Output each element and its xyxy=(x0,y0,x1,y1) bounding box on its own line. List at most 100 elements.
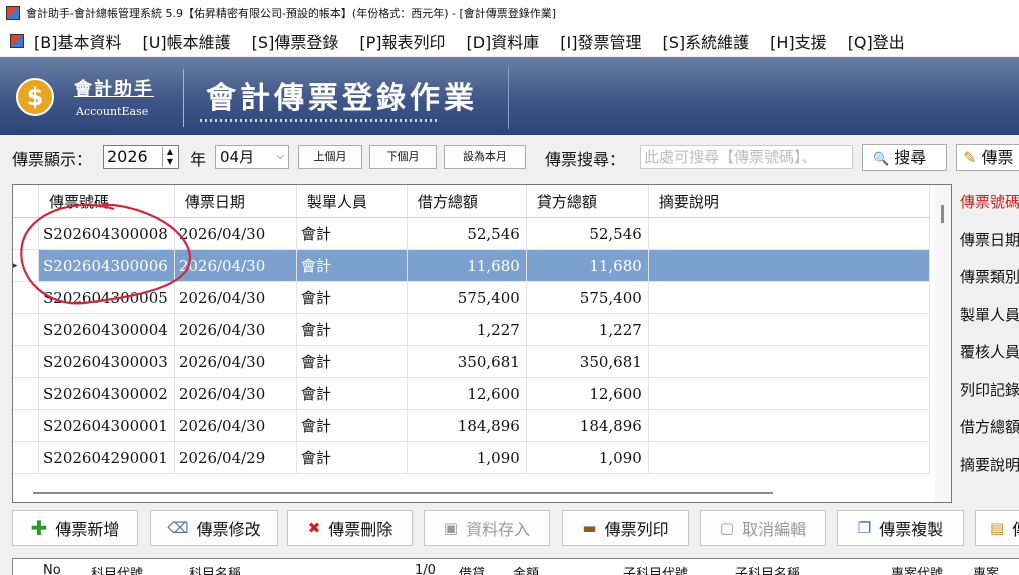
row-selector[interactable] xyxy=(13,409,39,442)
menu-basic-data[interactable]: [B]基本資料 xyxy=(34,29,121,53)
row-selector[interactable] xyxy=(13,441,39,474)
edit-voucher-button[interactable]: ✎ 傳票 xyxy=(956,144,1019,171)
menu-system[interactable]: [S]系統維護 xyxy=(663,29,750,53)
cell-debit[interactable]: 11,680 xyxy=(407,249,527,282)
col-credit-total[interactable]: 貸方總額 xyxy=(526,185,649,218)
month-value: 04月 xyxy=(220,148,255,166)
table-row[interactable]: S202604290001 2026/04/29 會計 1,090 1,090 xyxy=(13,441,930,474)
banner-divider-right xyxy=(508,67,509,129)
save-data-button[interactable]: ▣ 資料存入 xyxy=(424,510,550,546)
cell-credit[interactable]: 575,400 xyxy=(526,281,649,314)
cell-voucher-date[interactable]: 2026/04/29 xyxy=(174,441,297,474)
menu-app-icon[interactable] xyxy=(10,34,24,48)
cell-credit[interactable]: 12,600 xyxy=(526,377,649,410)
cell-memo[interactable] xyxy=(648,313,930,346)
cell-maker[interactable]: 會計 xyxy=(296,217,408,250)
cell-memo[interactable] xyxy=(648,281,930,314)
cell-maker[interactable]: 會計 xyxy=(296,409,408,442)
prev-month-button[interactable]: 上個月 xyxy=(298,145,362,169)
detail-col-sub-code[interactable]: 子科目代號 xyxy=(623,563,688,575)
cell-debit[interactable]: 184,896 xyxy=(407,409,527,442)
col-debit-total[interactable]: 借方總額 xyxy=(407,185,527,218)
cell-maker[interactable]: 會計 xyxy=(296,249,408,282)
year-stepper-buttons[interactable]: ▲ ▼ xyxy=(162,147,177,167)
menu-invoice[interactable]: [I]發票管理 xyxy=(560,29,641,53)
cell-memo[interactable] xyxy=(648,377,930,410)
cell-maker[interactable]: 會計 xyxy=(296,313,408,346)
menu-help[interactable]: [H]支援 xyxy=(770,29,827,53)
grid-vertical-scrollbar[interactable] xyxy=(935,185,951,502)
cell-debit[interactable]: 12,600 xyxy=(407,377,527,410)
cell-voucher-no[interactable]: S202604300002 xyxy=(38,377,175,410)
cell-credit[interactable]: 184,896 xyxy=(526,409,649,442)
this-month-button[interactable]: 設為本月 xyxy=(444,145,526,169)
cell-voucher-date[interactable]: 2026/04/30 xyxy=(174,377,297,410)
cell-memo[interactable] xyxy=(648,249,930,282)
annotation-circle xyxy=(20,203,192,305)
cell-memo[interactable] xyxy=(648,441,930,474)
detail-col-sub-name[interactable]: 子科目名稱 xyxy=(735,563,800,575)
table-row[interactable]: S202604300001 2026/04/30 會計 184,896 184,… xyxy=(13,409,930,442)
cell-voucher-no[interactable]: S202604300003 xyxy=(38,345,175,378)
vertical-scroll-thumb[interactable] xyxy=(941,205,944,223)
month-select[interactable]: 04月 ⌵ xyxy=(215,145,289,169)
add-voucher-button[interactable]: ✚ 傳票新增 xyxy=(12,510,138,546)
cell-credit[interactable]: 1,227 xyxy=(526,313,649,346)
cell-maker[interactable]: 會計 xyxy=(296,281,408,314)
row-selector[interactable] xyxy=(13,345,39,378)
col-maker[interactable]: 製單人員 xyxy=(296,185,408,218)
cell-credit[interactable]: 350,681 xyxy=(526,345,649,378)
printer-icon: ▬ xyxy=(582,519,597,537)
copy-voucher-button[interactable]: ❐ 傳票複製 xyxy=(837,510,964,546)
more-action-button[interactable]: ▤ 傳 xyxy=(975,510,1019,546)
voucher-detail-labels: 傳票號碼 傳票日期 傳票類別 製單人員 覆核人員 列印記錄 借方總額 摘要說明 xyxy=(960,184,1019,484)
cell-debit[interactable]: 1,090 xyxy=(407,441,527,474)
cell-debit[interactable]: 575,400 xyxy=(407,281,527,314)
next-month-button[interactable]: 下個月 xyxy=(369,145,437,169)
col-memo[interactable]: 摘要說明 xyxy=(648,185,930,218)
cell-debit[interactable]: 1,227 xyxy=(407,313,527,346)
more-action-label: 傳 xyxy=(1012,516,1019,540)
horizontal-scroll-thumb[interactable] xyxy=(33,492,773,494)
table-row[interactable]: S202604300002 2026/04/30 會計 12,600 12,60… xyxy=(13,377,930,410)
year-stepper[interactable]: 2026 ▲ ▼ xyxy=(103,145,179,169)
delete-x-icon: ✖ xyxy=(307,519,321,537)
menu-database[interactable]: [D]資料庫 xyxy=(466,29,539,53)
menu-ledger[interactable]: [U]帳本維護 xyxy=(142,29,230,53)
cell-memo[interactable] xyxy=(648,217,930,250)
cell-debit[interactable]: 350,681 xyxy=(407,345,527,378)
detail-col-flag[interactable]: 1/0 xyxy=(415,563,436,575)
table-row[interactable]: S202604300003 2026/04/30 會計 350,681 350,… xyxy=(13,345,930,378)
cell-voucher-no[interactable]: S202604290001 xyxy=(38,441,175,474)
cell-voucher-no[interactable]: S202604300001 xyxy=(38,409,175,442)
label-memo: 摘要說明 xyxy=(960,455,1019,474)
detail-col-dc[interactable]: 借貸 xyxy=(459,563,485,575)
detail-col-project-code[interactable]: 專案代號 xyxy=(891,563,943,575)
delete-voucher-button[interactable]: ✖ 傳票刪除 xyxy=(287,510,413,546)
cell-voucher-date[interactable]: 2026/04/30 xyxy=(174,409,297,442)
detail-col-account-name[interactable]: 科目名稱 xyxy=(189,563,241,575)
cell-maker[interactable]: 會計 xyxy=(296,345,408,378)
detail-col-account-code[interactable]: 科目代號 xyxy=(91,563,143,575)
detail-col-project[interactable]: 專案 xyxy=(973,563,999,575)
search-button[interactable]: 🔍 搜尋 xyxy=(862,144,947,171)
cell-credit[interactable]: 1,090 xyxy=(526,441,649,474)
cancel-edit-button[interactable]: ▢ 取消編輯 xyxy=(700,510,826,546)
detail-col-no[interactable]: No xyxy=(43,563,61,575)
row-selector[interactable] xyxy=(13,377,39,410)
menu-reports[interactable]: [P]報表列印 xyxy=(359,29,445,53)
cell-memo[interactable] xyxy=(648,345,930,378)
search-input[interactable]: 此處可搜尋【傳票號碼】、 xyxy=(640,145,853,169)
cell-credit[interactable]: 52,546 xyxy=(526,217,649,250)
cell-memo[interactable] xyxy=(648,409,930,442)
cell-credit[interactable]: 11,680 xyxy=(526,249,649,282)
menu-logout[interactable]: [Q]登出 xyxy=(848,29,905,53)
detail-col-amount[interactable]: 金額 xyxy=(513,563,539,575)
cell-debit[interactable]: 52,546 xyxy=(407,217,527,250)
menu-voucher[interactable]: [S]傳票登錄 xyxy=(252,29,339,53)
cell-maker[interactable]: 會計 xyxy=(296,441,408,474)
print-voucher-button[interactable]: ▬ 傳票列印 xyxy=(562,510,689,546)
modify-voucher-button[interactable]: ⌫ 傳票修改 xyxy=(150,510,278,546)
cell-maker[interactable]: 會計 xyxy=(296,377,408,410)
cell-voucher-date[interactable]: 2026/04/30 xyxy=(174,345,297,378)
